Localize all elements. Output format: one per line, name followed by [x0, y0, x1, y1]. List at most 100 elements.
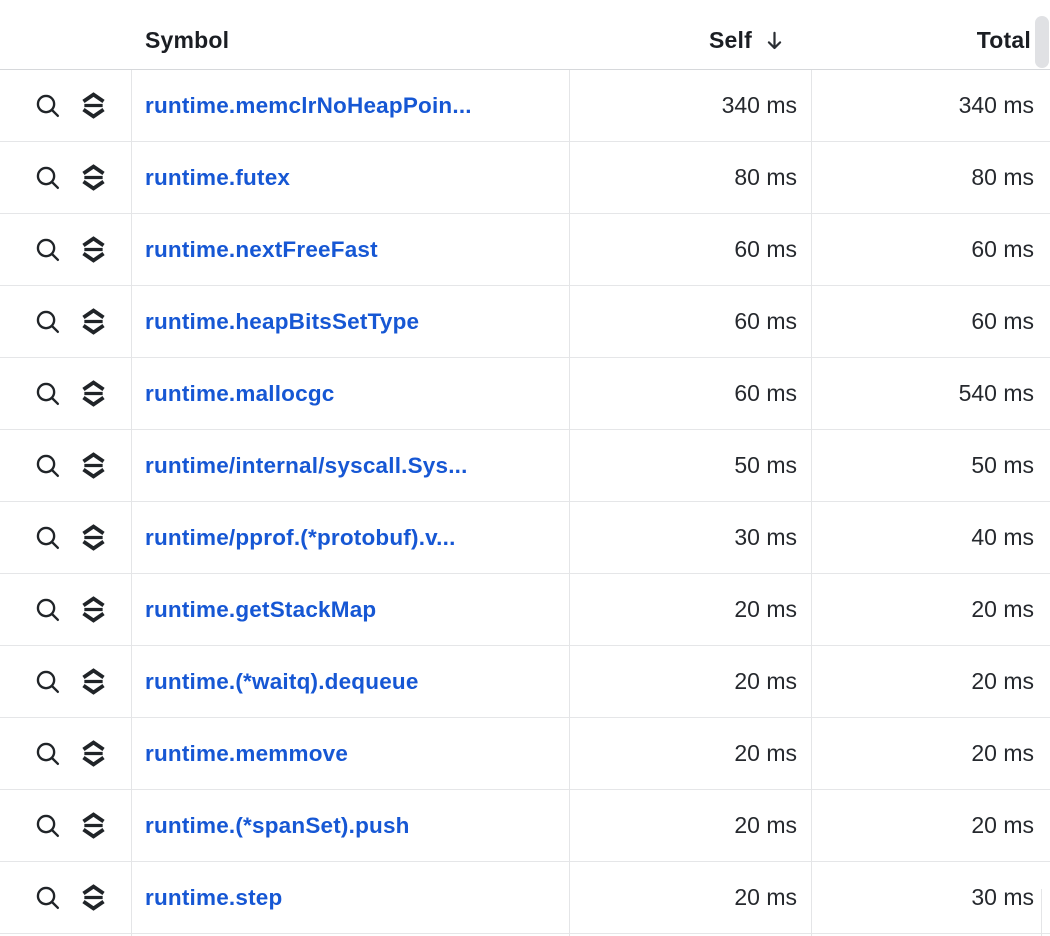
total-value: 540 ms — [811, 380, 1050, 407]
search-icon[interactable] — [34, 668, 61, 695]
row-actions — [0, 286, 131, 357]
sort-descending-icon — [765, 30, 784, 51]
symbol-link[interactable]: runtime.nextFreeFast — [145, 237, 378, 262]
table-row: runtime.heapBitsSetType 60 ms 60 ms — [0, 286, 1050, 358]
table-row: runtime.nextFreeFast 60 ms 60 ms — [0, 214, 1050, 286]
symbol-link[interactable]: runtime.memclrNoHeapPoin... — [145, 93, 472, 118]
search-icon[interactable] — [34, 740, 61, 767]
total-value: 20 ms — [811, 740, 1050, 767]
self-value: 60 ms — [569, 308, 811, 335]
self-value: 60 ms — [569, 236, 811, 263]
self-value: 60 ms — [569, 380, 811, 407]
unfold-icon[interactable] — [80, 524, 107, 551]
search-icon[interactable] — [34, 308, 61, 335]
row-actions — [0, 70, 131, 141]
row-actions — [0, 718, 131, 789]
symbol-link[interactable]: runtime.heapBitsSetType — [145, 309, 419, 334]
self-value: 50 ms — [569, 452, 811, 479]
table-row: runtime.futex 80 ms 80 ms — [0, 142, 1050, 214]
symbol-link[interactable]: runtime.(*spanSet).push — [145, 813, 410, 838]
unfold-icon[interactable] — [80, 308, 107, 335]
symbol-cell: runtime.heapBitsSetType — [131, 309, 569, 335]
scrollbar-track-line — [1041, 889, 1042, 936]
symbol-link[interactable]: runtime.step — [145, 885, 282, 910]
column-separator — [131, 70, 132, 936]
total-value: 20 ms — [811, 596, 1050, 623]
symbol-link[interactable]: runtime/internal/syscall.Sys... — [145, 453, 468, 478]
unfold-icon[interactable] — [80, 452, 107, 479]
table-row: runtime.getStackMap 20 ms 20 ms — [0, 574, 1050, 646]
total-value: 30 ms — [811, 884, 1050, 911]
total-value: 50 ms — [811, 452, 1050, 479]
symbol-cell: runtime.getStackMap — [131, 597, 569, 623]
symbol-link[interactable]: runtime.memmove — [145, 741, 348, 766]
total-value: 20 ms — [811, 668, 1050, 695]
symbol-link[interactable]: runtime.futex — [145, 165, 290, 190]
table-body: runtime.memclrNoHeapPoin... 340 ms 340 m… — [0, 70, 1050, 934]
self-value: 20 ms — [569, 812, 811, 839]
symbol-cell: runtime.nextFreeFast — [131, 237, 569, 263]
search-icon[interactable] — [34, 596, 61, 623]
unfold-icon[interactable] — [80, 668, 107, 695]
unfold-icon[interactable] — [80, 740, 107, 767]
row-actions — [0, 790, 131, 861]
symbol-cell: runtime.mallocgc — [131, 381, 569, 407]
total-value: 340 ms — [811, 92, 1050, 119]
table-row: runtime.(*waitq).dequeue 20 ms 20 ms — [0, 646, 1050, 718]
symbol-cell: runtime.memmove — [131, 741, 569, 767]
column-header-self[interactable]: Self — [569, 27, 811, 54]
self-value: 20 ms — [569, 668, 811, 695]
unfold-icon[interactable] — [80, 596, 107, 623]
row-actions — [0, 214, 131, 285]
column-header-symbol[interactable]: Symbol — [131, 27, 569, 54]
row-actions — [0, 430, 131, 501]
search-icon[interactable] — [34, 92, 61, 119]
table-row: runtime.step 20 ms 30 ms — [0, 862, 1050, 934]
symbol-link[interactable]: runtime.mallocgc — [145, 381, 335, 406]
unfold-icon[interactable] — [80, 236, 107, 263]
table-row: runtime.mallocgc 60 ms 540 ms — [0, 358, 1050, 430]
search-icon[interactable] — [34, 236, 61, 263]
total-value: 40 ms — [811, 524, 1050, 551]
profiler-symbols-table: Symbol Self Total — [0, 0, 1050, 936]
row-actions — [0, 862, 131, 933]
symbol-link[interactable]: runtime.(*waitq).dequeue — [145, 669, 419, 694]
unfold-icon[interactable] — [80, 884, 107, 911]
symbol-cell: runtime.(*spanSet).push — [131, 813, 569, 839]
row-actions — [0, 574, 131, 645]
search-icon[interactable] — [34, 884, 61, 911]
table-row: runtime.memclrNoHeapPoin... 340 ms 340 m… — [0, 70, 1050, 142]
symbol-cell: runtime/internal/syscall.Sys... — [131, 453, 569, 479]
total-value: 60 ms — [811, 236, 1050, 263]
search-icon[interactable] — [34, 524, 61, 551]
column-separator — [569, 70, 570, 936]
self-value: 20 ms — [569, 740, 811, 767]
search-icon[interactable] — [34, 452, 61, 479]
search-icon[interactable] — [34, 380, 61, 407]
total-value: 60 ms — [811, 308, 1050, 335]
table-row: runtime.memmove 20 ms 20 ms — [0, 718, 1050, 790]
unfold-icon[interactable] — [80, 164, 107, 191]
self-value: 20 ms — [569, 884, 811, 911]
self-value: 340 ms — [569, 92, 811, 119]
self-value: 80 ms — [569, 164, 811, 191]
unfold-icon[interactable] — [80, 92, 107, 119]
search-icon[interactable] — [34, 164, 61, 191]
unfold-icon[interactable] — [80, 812, 107, 839]
symbol-cell: runtime/pprof.(*protobuf).v... — [131, 525, 569, 551]
symbol-cell: runtime.memclrNoHeapPoin... — [131, 93, 569, 119]
symbol-cell: runtime.step — [131, 885, 569, 911]
unfold-icon[interactable] — [80, 380, 107, 407]
column-header-total[interactable]: Total — [811, 27, 1050, 54]
search-icon[interactable] — [34, 812, 61, 839]
table-row: runtime/internal/syscall.Sys... 50 ms 50… — [0, 430, 1050, 502]
self-value: 20 ms — [569, 596, 811, 623]
table-header: Symbol Self Total — [0, 0, 1050, 70]
row-actions — [0, 502, 131, 573]
row-actions — [0, 358, 131, 429]
symbol-link[interactable]: runtime/pprof.(*protobuf).v... — [145, 525, 456, 550]
symbol-cell: runtime.(*waitq).dequeue — [131, 669, 569, 695]
row-actions — [0, 646, 131, 717]
symbol-link[interactable]: runtime.getStackMap — [145, 597, 376, 622]
vertical-scrollbar-thumb[interactable] — [1035, 16, 1049, 68]
